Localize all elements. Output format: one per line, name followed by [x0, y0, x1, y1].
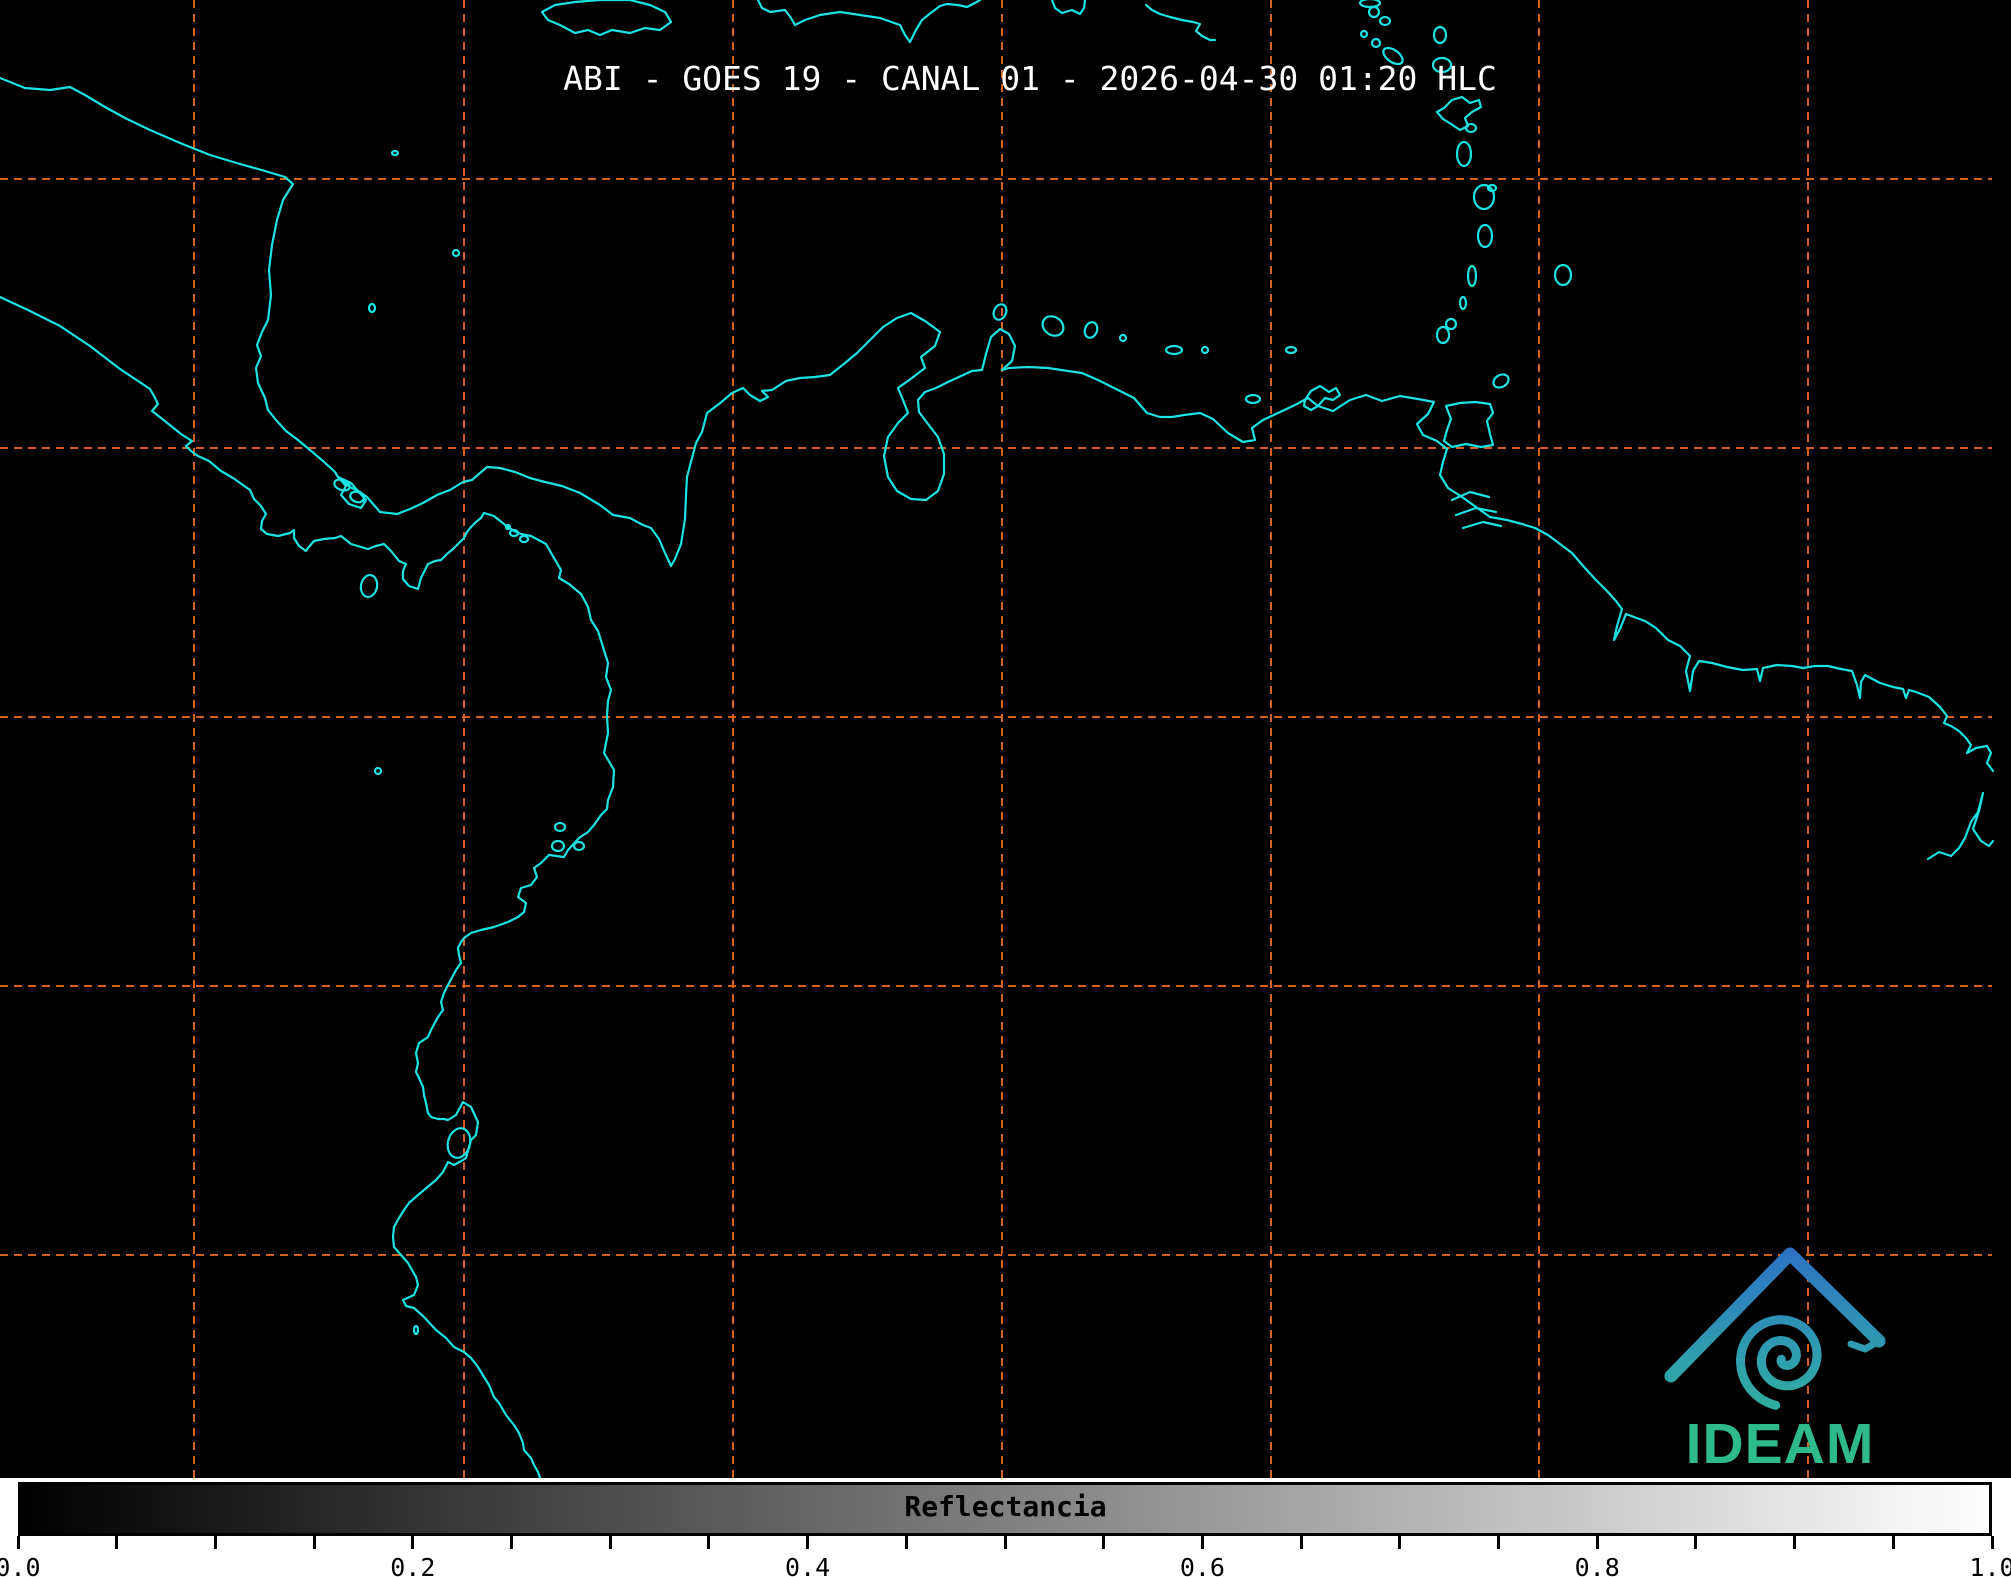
colorbar-tick: [1398, 1536, 1402, 1549]
colorbar-tick: [213, 1536, 217, 1549]
ideam-logo: IDEAM: [1664, 1247, 1886, 1476]
latlon-gridlines: [0, 0, 1992, 1478]
mountain-icon: [1664, 1247, 1886, 1383]
colorbar-tick: [1990, 1536, 1994, 1549]
colorbar-tick: [115, 1536, 119, 1549]
colorbar-tick: [608, 1536, 612, 1549]
satellite-image-product: ABI - GOES 19 - CANAL 01 - 2026-04-30 01…: [0, 0, 2011, 1577]
colorbar-tick: [312, 1536, 316, 1549]
colorbar-tick: [1102, 1536, 1106, 1549]
colorbar-tick: [1200, 1536, 1204, 1549]
colorbar-tick: [1891, 1536, 1895, 1549]
colorbar-band: Reflectancia 0.0 0.2 0.4 0.6 0.8 1.0: [0, 1478, 2011, 1577]
colorbar-tick: [1003, 1536, 1007, 1549]
colorbar-tick-label: 0.2: [390, 1553, 436, 1577]
colorbar-tick: [1299, 1536, 1303, 1549]
colorbar-tick-label: 0.0: [0, 1553, 41, 1577]
colorbar-tick: [411, 1536, 415, 1549]
colorbar-tick: [1793, 1536, 1797, 1549]
hurricane-spiral-icon: [1735, 1315, 1822, 1410]
ideam-logo-text: IDEAM: [1686, 1412, 1875, 1476]
colorbar-tick: [904, 1536, 908, 1549]
coastlines: [0, 0, 1995, 1480]
colorbar-title: Reflectancia: [904, 1490, 1107, 1523]
colorbar-tick-label: 0.6: [1179, 1553, 1225, 1577]
colorbar-tick: [16, 1536, 20, 1549]
colorbar-tick-label: 0.8: [1574, 1553, 1620, 1577]
colorbar-tick: [510, 1536, 513, 1549]
colorbar-tick: [1497, 1536, 1500, 1549]
colorbar-tick: [1694, 1536, 1698, 1549]
page-title: ABI - GOES 19 - CANAL 01 - 2026-04-30 01…: [563, 59, 1497, 98]
map-canvas: ABI - GOES 19 - CANAL 01 - 2026-04-30 01…: [0, 0, 1995, 1480]
colorbar-tick-label: 0.4: [785, 1553, 831, 1577]
colorbar-tick-label: 1.0: [1969, 1553, 2011, 1577]
colorbar-tick: [806, 1536, 810, 1549]
colorbar-tick: [1595, 1536, 1599, 1549]
mountain-tail-icon: [1847, 1337, 1883, 1353]
colorbar-tick: [707, 1536, 711, 1549]
